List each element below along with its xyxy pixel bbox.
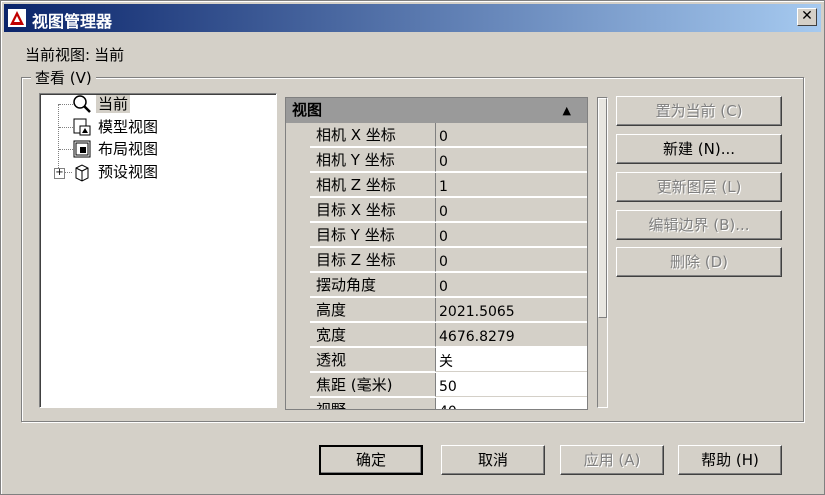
tree-connector <box>59 149 73 150</box>
property-row[interactable]: 相机 Z 坐标 1 <box>286 173 587 198</box>
property-name: 目标 X 坐标 <box>310 198 436 222</box>
property-name: 焦距 (毫米) <box>310 373 436 397</box>
current-view-value: 当前 <box>94 46 125 64</box>
property-row[interactable]: 宽度 4676.8279 <box>286 323 587 348</box>
tree-item-current[interactable]: 当前 <box>96 94 131 114</box>
edit-boundaries-button[interactable]: 编辑边界 (B)... <box>616 210 782 240</box>
current-view-label: 当前视图: <box>25 46 91 64</box>
property-name: 宽度 <box>310 323 436 347</box>
property-row[interactable]: 透视 关 <box>286 348 587 373</box>
property-row[interactable]: 目标 X 坐标 0 <box>286 198 587 223</box>
layout-view-icon <box>73 140 91 158</box>
property-value: 2021.5065 <box>436 298 587 322</box>
tree-connector <box>58 104 59 174</box>
property-name: 目标 Y 坐标 <box>310 223 436 247</box>
properties-header[interactable]: 视图 ▲ <box>286 98 587 123</box>
property-value[interactable]: 50 <box>436 373 587 397</box>
title-bar[interactable]: 视图管理器 ✕ <box>4 4 821 32</box>
tree-item-label: 当前 <box>96 95 131 113</box>
properties-grid[interactable]: 视图 ▲ 相机 X 坐标 0 相机 Y 坐标 0 相机 Z 坐标 1 目标 X … <box>285 97 588 410</box>
property-name: 目标 Z 坐标 <box>310 248 436 272</box>
property-value: 0 <box>436 248 587 272</box>
expand-toggle[interactable]: + <box>54 168 65 179</box>
view-tree[interactable]: + 当前 模型视图 布局视图 预设视图 <box>39 93 277 408</box>
property-row[interactable]: 目标 Z 坐标 0 <box>286 248 587 273</box>
property-value: 0 <box>436 123 587 147</box>
tree-item-label: 布局视图 <box>98 140 159 158</box>
ok-button[interactable]: 确定 <box>319 445 423 475</box>
view-group-label: 查看 (V) <box>31 67 96 88</box>
tree-connector <box>59 127 73 128</box>
property-value: 0 <box>436 273 587 297</box>
delete-button[interactable]: 删除 (D) <box>616 247 782 277</box>
window-title: 视图管理器 <box>32 12 113 31</box>
property-name: 相机 Y 坐标 <box>310 148 436 172</box>
property-row[interactable]: 高度 2021.5065 <box>286 298 587 323</box>
properties-header-title: 视图 <box>292 101 323 119</box>
property-name: 透视 <box>310 348 436 372</box>
property-value: 0 <box>436 223 587 247</box>
property-row[interactable]: 焦距 (毫米) 50 <box>286 373 587 398</box>
property-name: 相机 X 坐标 <box>310 123 436 147</box>
property-value[interactable]: 关 <box>436 348 587 372</box>
tree-item-layout-views[interactable]: 布局视图 <box>96 139 160 159</box>
property-row[interactable]: 视野 40 <box>286 398 587 409</box>
property-value: 0 <box>436 198 587 222</box>
apply-button[interactable]: 应用 (A) <box>560 445 664 475</box>
tree-item-model-views[interactable]: 模型视图 <box>96 117 160 137</box>
autocad-logo-icon <box>8 9 26 27</box>
model-view-icon <box>73 118 91 136</box>
tree-item-label: 模型视图 <box>98 118 159 136</box>
new-view-button[interactable]: 新建 (N)... <box>616 134 782 164</box>
property-name: 摆动角度 <box>310 273 436 297</box>
property-name: 高度 <box>310 298 436 322</box>
property-value: 1 <box>436 173 587 197</box>
magnifier-icon <box>73 95 91 113</box>
tree-item-preset-views[interactable]: 预设视图 <box>96 162 160 182</box>
property-value: 4676.8279 <box>436 323 587 347</box>
property-row[interactable]: 相机 X 坐标 0 <box>286 123 587 148</box>
cancel-button[interactable]: 取消 <box>441 445 545 475</box>
property-value[interactable]: 40 <box>436 398 587 409</box>
set-current-button[interactable]: 置为当前 (C) <box>616 96 782 126</box>
scrollbar-thumb[interactable] <box>598 98 607 318</box>
properties-scrollbar[interactable] <box>597 97 608 408</box>
tree-item-label: 预设视图 <box>98 163 159 181</box>
preset-view-icon <box>75 164 89 182</box>
view-manager-dialog: 视图管理器 ✕ 当前视图: 当前 查看 (V) + 当前 模型视图 布局视图 预… <box>0 0 825 495</box>
property-value: 0 <box>436 148 587 172</box>
current-view-line: 当前视图: 当前 <box>25 44 128 65</box>
property-row[interactable]: 相机 Y 坐标 0 <box>286 148 587 173</box>
help-button[interactable]: 帮助 (H) <box>678 445 782 475</box>
tree-connector <box>64 172 72 173</box>
collapse-arrow-icon[interactable]: ▲ <box>563 98 571 123</box>
property-row[interactable]: 摆动角度 0 <box>286 273 587 298</box>
property-row[interactable]: 目标 Y 坐标 0 <box>286 223 587 248</box>
close-button[interactable]: ✕ <box>797 8 817 26</box>
property-name: 相机 Z 坐标 <box>310 173 436 197</box>
property-name: 视野 <box>310 398 436 409</box>
update-layers-button[interactable]: 更新图层 (L) <box>616 172 782 202</box>
tree-connector <box>59 104 73 105</box>
